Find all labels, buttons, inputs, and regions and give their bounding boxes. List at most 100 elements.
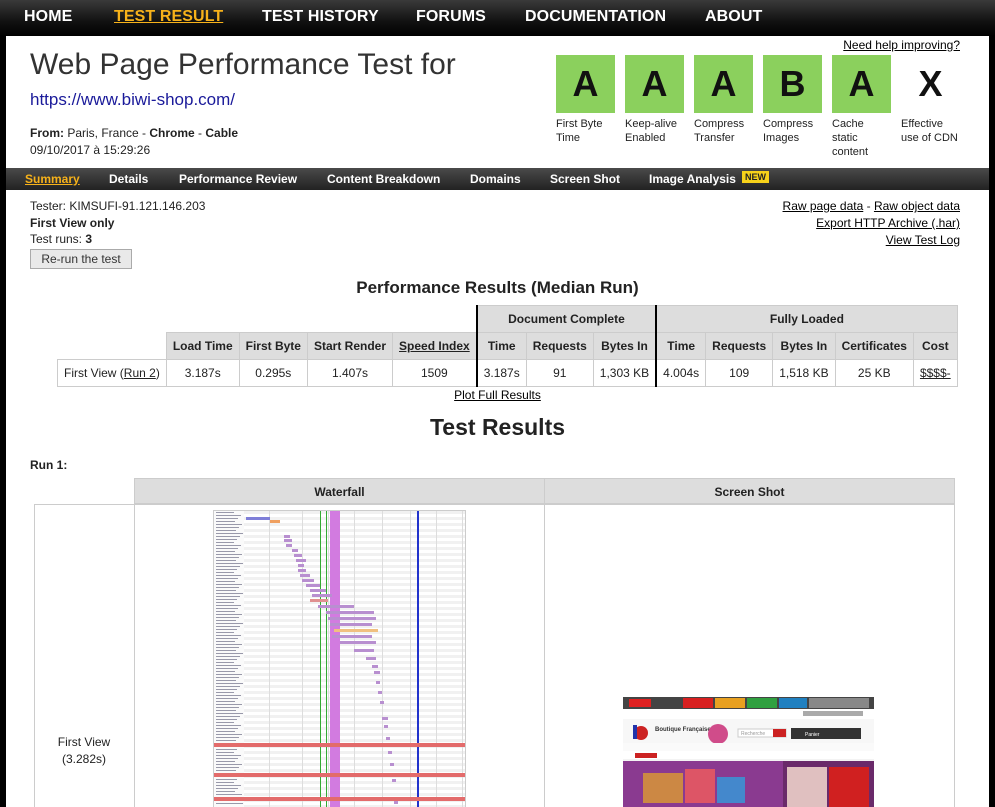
waterfall-request-bar: [296, 559, 306, 562]
tab-details[interactable]: Details: [109, 172, 148, 186]
waterfall-label: [216, 647, 239, 648]
waterfall-label: [216, 758, 238, 759]
waterfall-request-bar: [330, 623, 372, 626]
waterfall-request-bar: [292, 549, 298, 552]
val-doc-bytes: 1,303 KB: [592, 359, 658, 387]
grade-compress-images[interactable]: B Compress Images: [763, 55, 823, 145]
export-har-link[interactable]: Export HTTP Archive (.har): [816, 216, 960, 230]
waterfall-grid-line: [302, 511, 303, 807]
waterfall-label: [216, 761, 235, 762]
waterfall-request-bar: [310, 589, 326, 592]
tab-performance-review[interactable]: Performance Review: [179, 172, 297, 186]
waterfall-request-bar: [374, 671, 380, 674]
nav-home[interactable]: HOME: [24, 8, 72, 26]
waterfall-label: [216, 794, 242, 795]
col-load-time: Load Time: [165, 332, 240, 360]
col-doc-bytes: Bytes In: [592, 332, 658, 360]
separator: -: [138, 126, 150, 140]
val-doc-time: 3.187s: [475, 359, 527, 387]
tab-content-breakdown[interactable]: Content Breakdown: [327, 172, 440, 186]
waterfall-thumbnail[interactable]: [213, 510, 466, 807]
waterfall-chart: [214, 511, 465, 807]
waterfall-label: [216, 626, 240, 627]
cost-link[interactable]: $$$$-: [920, 366, 951, 380]
grade-keep-alive[interactable]: A Keep-alive Enabled: [625, 55, 685, 145]
new-badge: NEW: [742, 171, 769, 183]
speed-index-link[interactable]: Speed Index: [399, 339, 470, 353]
nav-test-history[interactable]: TEST HISTORY: [262, 8, 379, 26]
nav-forums[interactable]: FORUMS: [416, 8, 486, 26]
waterfall-label: [216, 605, 241, 606]
val-start-render: 1.407s: [306, 359, 394, 387]
waterfall-label: [216, 692, 234, 693]
waterfall-request-bar: [284, 535, 290, 538]
col-speed-index[interactable]: Speed Index: [392, 332, 478, 360]
waterfall-error-row: [214, 773, 465, 777]
tested-url-link[interactable]: https://www.biwi-shop.com/: [30, 90, 235, 110]
waterfall-request-bar: [326, 611, 374, 614]
waterfall-label: [216, 548, 238, 549]
waterfall-label: [216, 803, 243, 804]
tab-image-analysis[interactable]: Image Analysis: [649, 172, 736, 186]
grade-box: A: [694, 55, 753, 113]
need-help-link[interactable]: Need help improving?: [843, 38, 960, 52]
col-full-time: Time: [655, 332, 707, 360]
nav-test-result[interactable]: TEST RESULT: [114, 8, 223, 26]
test-date: 09/10/2017 à 15:29:26: [30, 143, 151, 157]
waterfall-label: [216, 677, 239, 678]
onload-marker: [417, 511, 419, 807]
start-render-marker: [320, 511, 321, 807]
waterfall-label: [216, 710, 236, 711]
first-view-text: First View: [57, 735, 111, 749]
waterfall-label: [216, 737, 239, 738]
plot-full-results-link[interactable]: Plot Full Results: [454, 388, 541, 402]
nav-documentation[interactable]: DOCUMENTATION: [525, 8, 666, 26]
grade-cache-static[interactable]: A Cache static content: [832, 55, 892, 159]
waterfall-label: [216, 665, 241, 666]
waterfall-request-bar: [312, 594, 332, 597]
waterfall-label: [216, 542, 234, 543]
val-cost[interactable]: $$$$-: [912, 359, 958, 387]
view-test-log-link[interactable]: View Test Log: [886, 233, 960, 247]
waterfall-label: [216, 767, 239, 768]
waterfall-label: [216, 788, 238, 789]
waterfall-request-bar: [390, 763, 394, 766]
grade-label: Keep-alive Enabled: [625, 118, 677, 144]
waterfall-request-bar: [302, 579, 314, 582]
grade-compress-transfer[interactable]: A Compress Transfer: [694, 55, 754, 145]
tab-screen-shot[interactable]: Screen Shot: [550, 172, 620, 186]
waterfall-label: [216, 779, 237, 780]
waterfall-label: [216, 719, 237, 720]
waterfall-label: [216, 623, 243, 624]
waterfall-label: [216, 536, 240, 537]
grade-label: Effective use of CDN: [901, 118, 958, 144]
waterfall-label: [216, 587, 239, 588]
rerun-button[interactable]: Re-run the test: [30, 249, 132, 269]
grade-box: X: [918, 63, 943, 104]
nav-about[interactable]: ABOUT: [705, 8, 762, 26]
tab-domains[interactable]: Domains: [470, 172, 521, 186]
screenshot-thumbnail[interactable]: Boutique Française Recherche Panier: [623, 697, 874, 807]
waterfall-label: [216, 617, 239, 618]
waterfall-label: [216, 530, 236, 531]
tester-id: Tester: KIMSUFI-91.121.146.203: [30, 199, 206, 213]
waterfall-request-bar: [318, 605, 354, 608]
waterfall-label: [216, 596, 240, 597]
raw-object-data-link[interactable]: Raw object data: [874, 199, 960, 213]
waterfall-label: [216, 611, 235, 612]
grade-cdn[interactable]: X Effective use of CDN: [901, 55, 961, 145]
col-certificates: Certificates: [834, 332, 914, 360]
run-link[interactable]: Run 2: [124, 366, 156, 380]
waterfall-request-bar: [382, 717, 388, 720]
waterfall-request-bar: [300, 574, 310, 577]
waterfall-request-bar: [284, 539, 292, 542]
runs-label: Test runs:: [30, 232, 86, 246]
first-view-label[interactable]: First View (3.282s): [34, 734, 134, 768]
grade-first-byte[interactable]: A First Byte Time: [556, 55, 616, 145]
waterfall-label: [216, 524, 242, 525]
waterfall-grid-line: [354, 511, 355, 807]
waterfall-label: [216, 608, 238, 609]
col-full-bytes: Bytes In: [772, 332, 836, 360]
raw-page-data-link[interactable]: Raw page data: [783, 199, 864, 213]
tab-summary[interactable]: Summary: [25, 172, 80, 186]
